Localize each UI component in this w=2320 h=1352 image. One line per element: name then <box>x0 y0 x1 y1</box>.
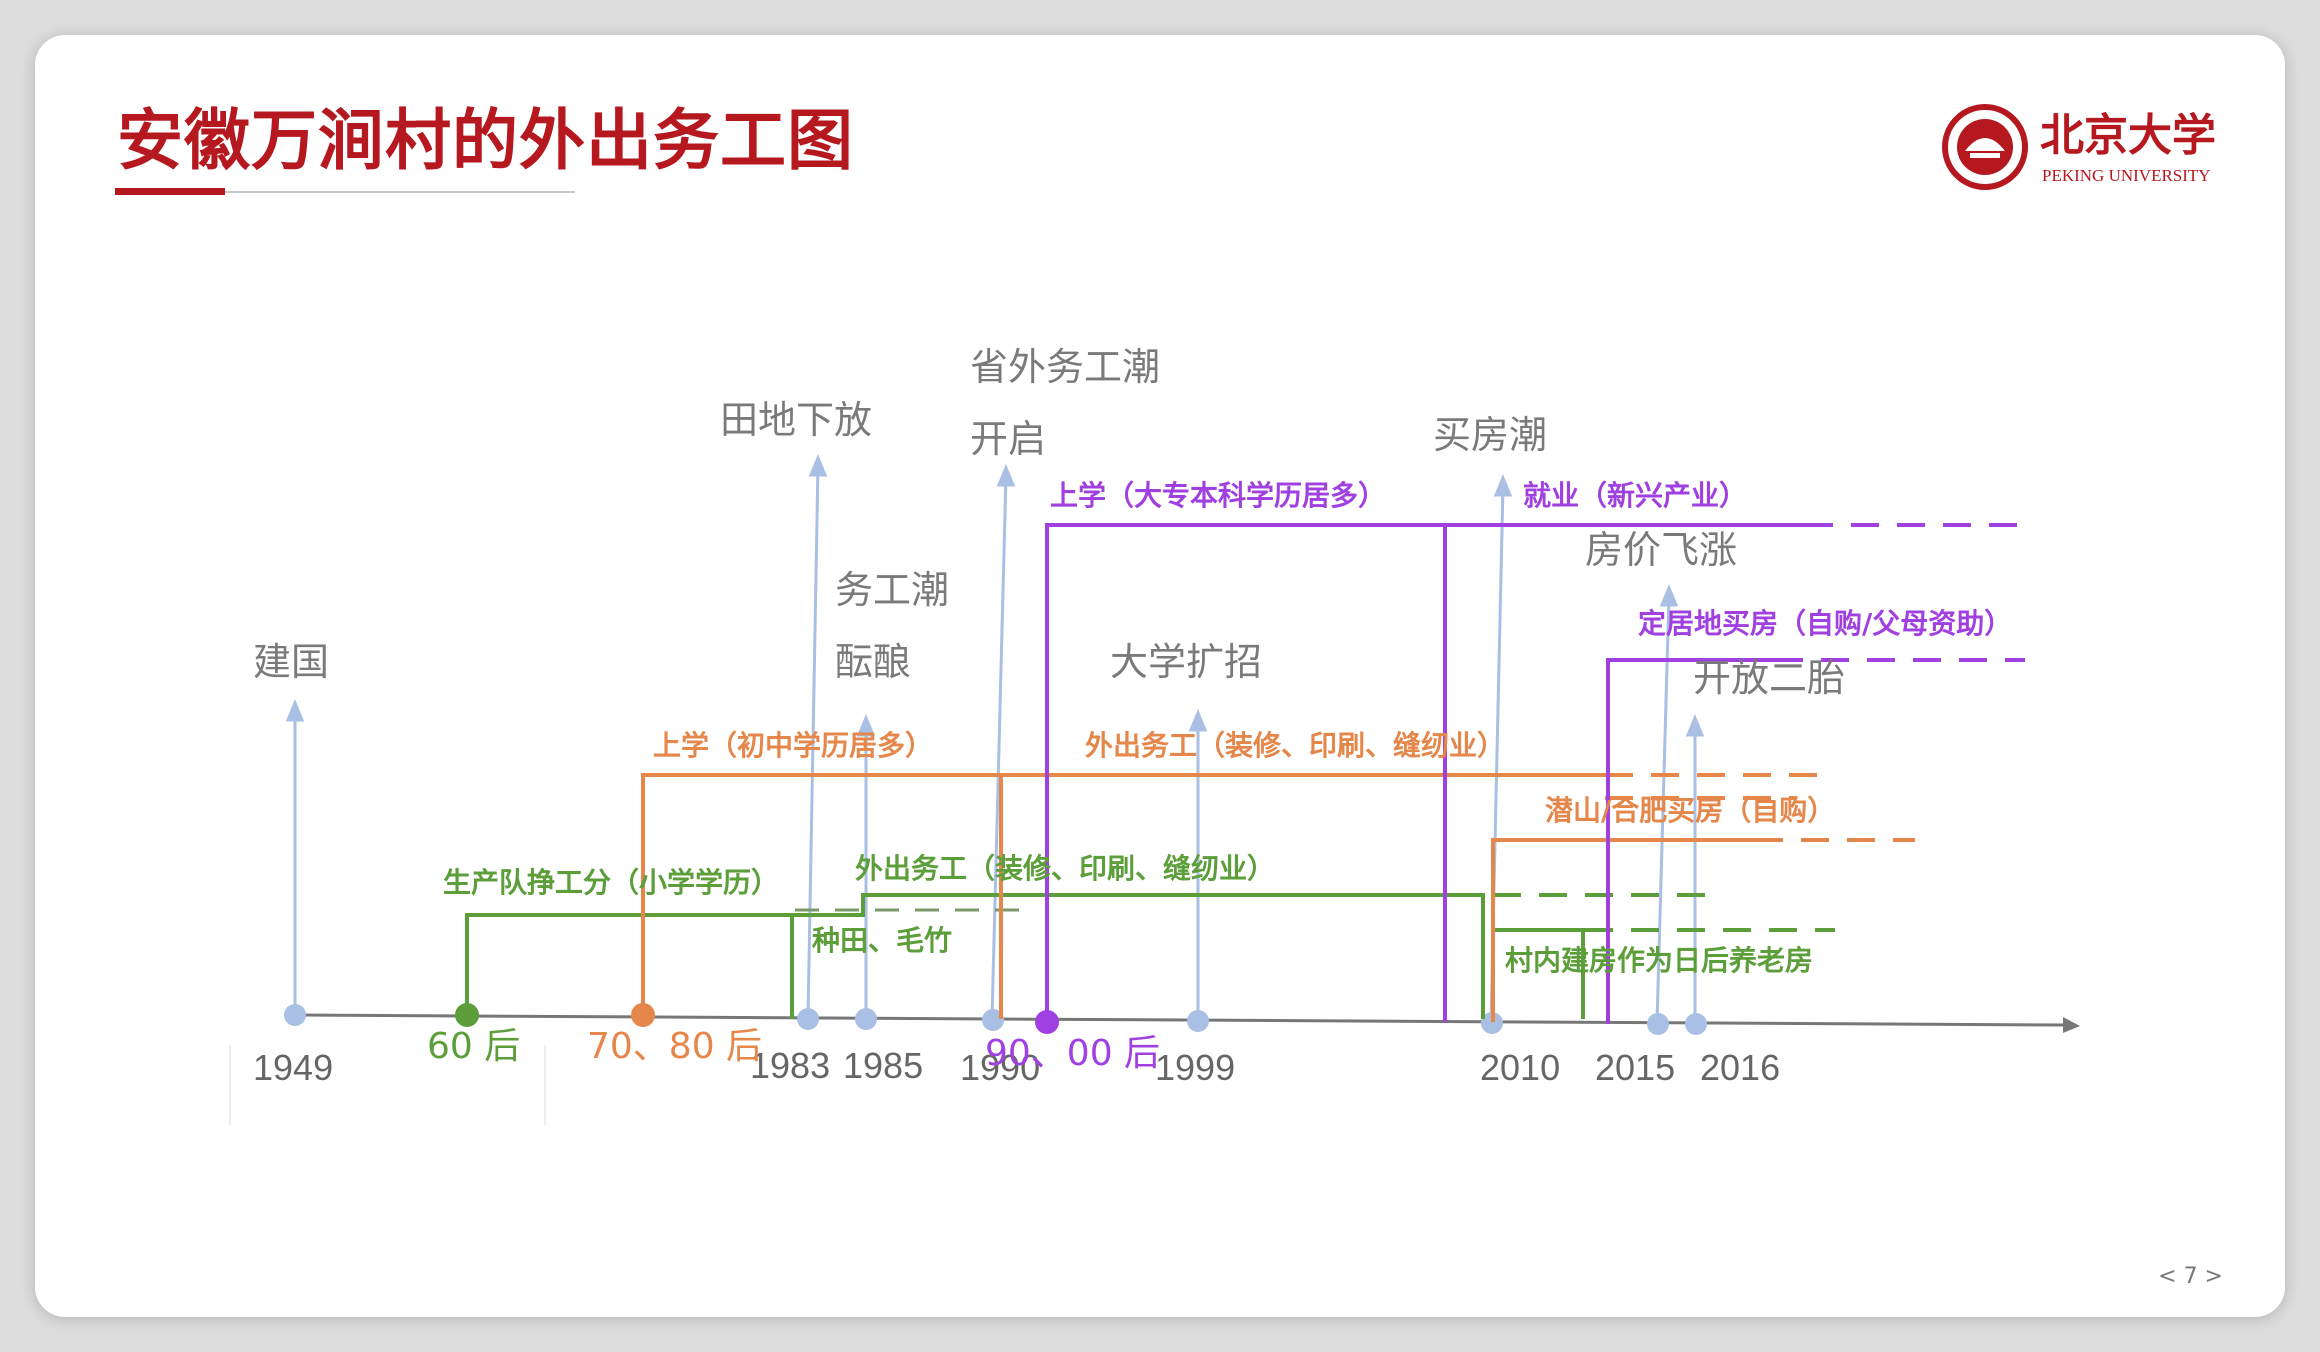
marker-dot-1949 <box>284 1004 306 1026</box>
year-label-1999: 1999 <box>1155 1047 1235 1088</box>
event-label-begins: 开启 <box>970 417 1046 461</box>
gen60-start-dot <box>455 1003 479 1027</box>
gen90-label: 90、00 后 <box>985 1033 1160 1074</box>
year-label-2016: 2016 <box>1700 1047 1780 1088</box>
gen60-phase-farming: 种田、毛竹 <box>812 924 952 957</box>
gen70-start-dot <box>631 1003 655 1027</box>
event-label-price-surge: 房价飞涨 <box>1585 528 1737 572</box>
gen90-start-dot <box>1035 1010 1059 1034</box>
marker-dot-1985 <box>855 1008 877 1030</box>
gen70-phase-migrant-work: 外出务工（装修、印刷、缝纫业） <box>1085 729 1505 762</box>
event-label-work-wave: 务工潮 <box>835 568 949 612</box>
marker-1949 <box>285 699 305 1015</box>
year-label-1985: 1985 <box>843 1045 923 1086</box>
event-label-interprovincial-wave: 省外务工潮 <box>970 345 1160 389</box>
marker-2016 <box>1685 714 1705 1023</box>
event-label-land-decentralization: 田地下放 <box>720 398 872 442</box>
event-label-two-child-policy: 开放二胎 <box>1693 656 1845 700</box>
page-number[interactable]: < 7 > <box>2158 1264 2223 1289</box>
event-label-university-expansion: 大学扩招 <box>1110 640 1262 684</box>
marker-dot-1983 <box>797 1008 819 1030</box>
timeline-diagram: 1949 1983 1985 1990 1999 2010 2015 2016 … <box>229 345 2080 1125</box>
event-label-founding: 建国 <box>253 640 329 684</box>
gen70-phase-schooling: 上学（初中学历居多） <box>653 729 933 762</box>
year-label-2015: 2015 <box>1595 1047 1675 1088</box>
marker-dot-2015 <box>1647 1013 1669 1035</box>
gen70-label: 70、80 后 <box>587 1026 762 1067</box>
gen90-phase-buy-house: 定居地买房（自购/父母资助） <box>1638 607 2012 640</box>
gen90-phase-employment: 就业（新兴产业） <box>1523 479 1747 512</box>
gen60-phase-village-house: 村内建房作为日后养老房 <box>1505 944 1813 977</box>
slide: 安徽万涧村的外出务工图 北京大学 PEKING UNIVERSITY 1949 … <box>35 35 2285 1317</box>
gen60-label: 60 后 <box>427 1026 520 1067</box>
year-label-2010: 2010 <box>1480 1047 1560 1088</box>
marker-dot-1999 <box>1187 1010 1209 1032</box>
event-label-housing-boom: 买房潮 <box>1433 413 1547 457</box>
gen60-phase-migrant-work: 外出务工（装修、印刷、缝纫业） <box>855 852 1275 885</box>
event-label-brewing: 酝酿 <box>835 640 911 684</box>
gen90-phase-schooling: 上学（大专本科学历居多） <box>1050 479 1386 512</box>
marker-dot-2016 <box>1685 1013 1707 1035</box>
gen60-phase-work-points: 生产队挣工分（小学学历） <box>443 866 779 899</box>
year-label-1949: 1949 <box>253 1047 333 1088</box>
gen70-phase-city-house: 潜山/合肥买房（自购） <box>1545 794 1835 827</box>
